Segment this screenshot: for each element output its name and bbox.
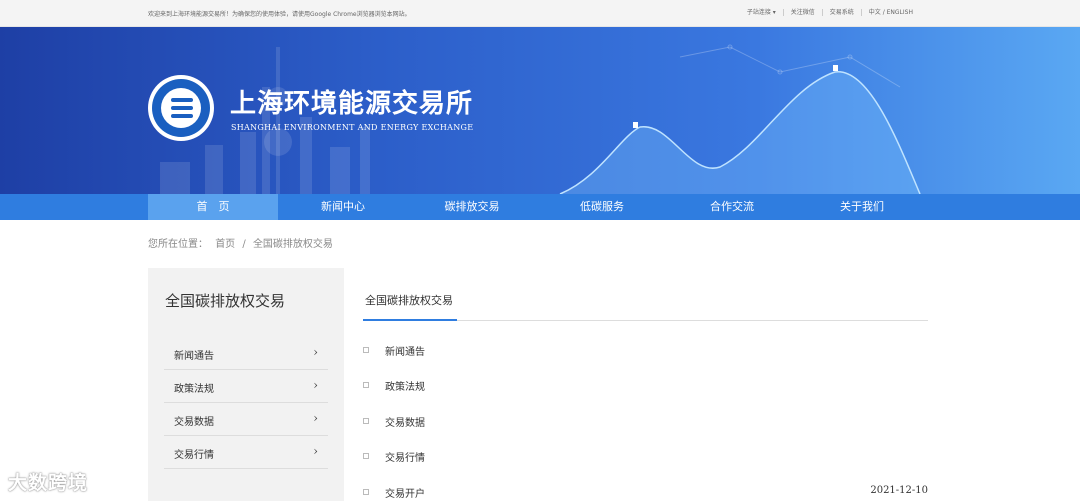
- nav-carbon-trading[interactable]: 碳排放交易: [407, 194, 537, 220]
- list-item-title[interactable]: 政策法规: [385, 378, 425, 393]
- chevron-right-icon: ›: [313, 378, 318, 392]
- list-item-title[interactable]: 新闻通告: [385, 343, 425, 358]
- sidebar-item-label: 交易行情: [174, 450, 214, 461]
- wechat-link[interactable]: 关注微信: [782, 9, 822, 16]
- sidebar-title: 全国碳排放权交易: [165, 292, 286, 310]
- list-item-date: 2021-12-10: [870, 485, 928, 496]
- chevron-right-icon: ›: [313, 444, 318, 458]
- substation-link[interactable]: 子站连接 ▾: [740, 9, 783, 16]
- welcome-text: 欢迎来到上海环境能源交易所！为确保您的使用体验，请使用Google Chrome…: [148, 11, 411, 18]
- logo[interactable]: [148, 75, 214, 141]
- nav-cooperation[interactable]: 合作交流: [667, 194, 797, 220]
- trading-system-link[interactable]: 交易系统: [821, 9, 861, 16]
- sidebar-item-trading-data[interactable]: 交易数据 ›: [164, 402, 328, 436]
- main-nav: 首 页 新闻中心 碳排放交易 低碳服务 合作交流 关于我们: [0, 194, 1080, 220]
- sidebar-item-label: 交易数据: [174, 417, 214, 428]
- bullet-icon: [363, 453, 369, 459]
- sidebar-item-label: 新闻通告: [174, 351, 214, 362]
- logo-bar: [171, 98, 193, 102]
- logo-bar: [171, 106, 193, 110]
- top-links: 子站连接 ▾ 关注微信 交易系统 中文 / ENGLISH: [740, 9, 920, 16]
- tab-active-indicator: [363, 319, 457, 321]
- bullet-icon: [363, 382, 369, 388]
- breadcrumb-current[interactable]: 全国碳排放权交易: [253, 239, 333, 250]
- logo-bar: [171, 114, 193, 118]
- nav-home[interactable]: 首 页: [148, 194, 278, 220]
- list-item-title[interactable]: 交易行情: [385, 449, 425, 464]
- watermark-text: 大数跨境: [8, 472, 89, 494]
- nav-about-us[interactable]: 关于我们: [797, 194, 927, 220]
- sidebar: 全国碳排放权交易 新闻通告 › 政策法规 › 交易数据 › 交易行情 ›: [148, 268, 344, 501]
- sidebar-item-label: 政策法规: [174, 384, 214, 395]
- sidebar-item-policy[interactable]: 政策法规 ›: [164, 369, 328, 403]
- bullet-icon: [363, 347, 369, 353]
- bullet-icon: [363, 489, 369, 495]
- nav-news-center[interactable]: 新闻中心: [278, 194, 408, 220]
- breadcrumb-prefix: 您所在位置：: [148, 239, 208, 250]
- content-tab[interactable]: 全国碳排放权交易: [365, 292, 453, 308]
- list-item-title[interactable]: 交易开户: [385, 485, 425, 500]
- chevron-right-icon: ›: [313, 345, 318, 359]
- nav-low-carbon-services[interactable]: 低碳服务: [537, 194, 667, 220]
- language-switch[interactable]: 中文 / ENGLISH: [860, 9, 920, 16]
- list-item-title[interactable]: 交易数据: [385, 414, 425, 429]
- site-name: 上海环境能源交易所: [230, 89, 474, 119]
- header-banner: 上海环境能源交易所 SHANGHAI ENVIRONMENT AND ENERG…: [0, 27, 1080, 194]
- breadcrumb-home[interactable]: 首页: [215, 239, 235, 250]
- sidebar-item-news[interactable]: 新闻通告 ›: [164, 336, 328, 370]
- top-bar: 欢迎来到上海环境能源交易所！为确保您的使用体验，请使用Google Chrome…: [0, 0, 1080, 27]
- breadcrumb: 您所在位置： 首页 / 全国碳排放权交易: [148, 235, 337, 250]
- sidebar-item-market[interactable]: 交易行情 ›: [164, 435, 328, 469]
- bullet-icon: [363, 418, 369, 424]
- logo-inner: [161, 88, 201, 128]
- breadcrumb-separator: /: [242, 239, 246, 250]
- site-name-en: SHANGHAI ENVIRONMENT AND ENERGY EXCHANGE: [231, 123, 474, 132]
- chevron-right-icon: ›: [313, 411, 318, 425]
